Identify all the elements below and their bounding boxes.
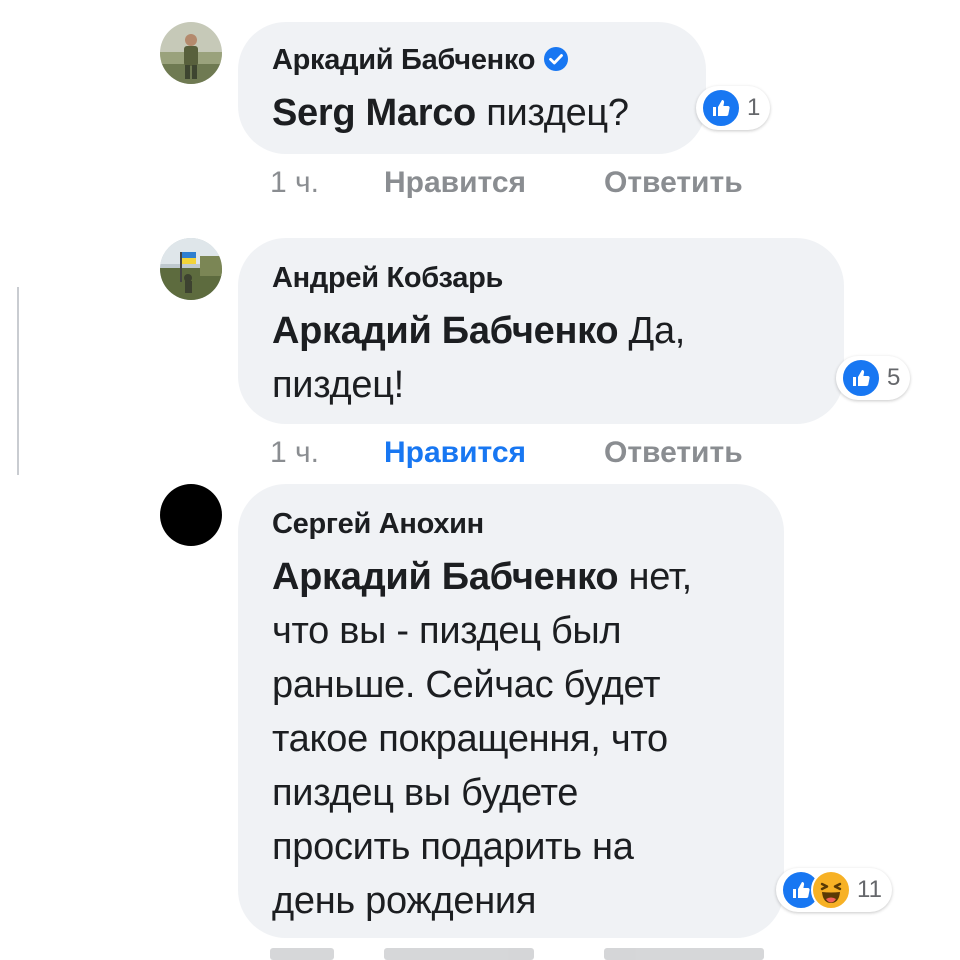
verified-badge-icon	[544, 47, 569, 71]
reply-button[interactable]: Ответить	[604, 166, 743, 200]
reply-button[interactable]: Ответить	[604, 436, 743, 470]
comment-timestamp[interactable]: 1 ч.	[270, 166, 319, 199]
comment-text-line: такое покращення, что	[272, 718, 668, 760]
mention-link[interactable]: Аркадий Бабченко	[272, 556, 619, 598]
reaction-summary[interactable]: 1	[696, 86, 771, 130]
comment-text-line: нет,	[628, 556, 693, 598]
comment-text-line: просить подарить на	[272, 826, 634, 868]
comment-text-line: пиздец?	[486, 92, 629, 134]
reaction-count: 1	[747, 94, 761, 121]
haha-icon	[811, 870, 851, 910]
comment-text: Аркадий Бабченко нет,	[272, 556, 692, 599]
comment-text-line: что вы - пиздец был	[272, 610, 622, 652]
comment-author-name[interactable]: Андрей Кобзарь	[272, 262, 503, 295]
soldier-photo-avatar	[160, 22, 222, 84]
comment-timestamp[interactable]: 1 ч.	[270, 436, 319, 469]
comment-text-line: пиздец!	[272, 364, 404, 406]
mention-link[interactable]: Serg Marco	[272, 92, 476, 134]
comment-author-name[interactable]: Аркадий Бабченко	[272, 44, 535, 76]
next-comment-meta-partial	[270, 948, 770, 960]
reaction-count: 5	[887, 364, 901, 391]
comment-meta: 1 ч. Нравится Ответить	[270, 436, 743, 470]
comment-bubble[interactable]: Аркадий Бабченко Serg Marco пиздец?	[238, 22, 706, 154]
black-circle-avatar[interactable]	[160, 484, 222, 546]
flag-photo-avatar	[160, 238, 222, 300]
avatar[interactable]	[160, 22, 222, 84]
comment-author-name[interactable]: Сергей Анохин	[272, 508, 484, 541]
comment-text: Аркадий Бабченко Да,	[272, 310, 685, 353]
comment-text-line: день рождения	[272, 880, 537, 922]
comment-author[interactable]: Аркадий Бабченко	[272, 44, 569, 77]
comment-bubble[interactable]: Андрей Кобзарь Аркадий Бабченко Да, пизд…	[238, 238, 844, 424]
like-icon	[701, 88, 741, 128]
comment-text: Serg Marco пиздец?	[272, 92, 629, 135]
like-button[interactable]: Нравится	[384, 436, 526, 470]
like-button[interactable]: Нравится	[384, 166, 526, 200]
reaction-count: 11	[857, 876, 882, 903]
reaction-summary[interactable]: 11	[776, 868, 892, 912]
comment-meta: 1 ч. Нравится Ответить	[270, 166, 743, 200]
comment-text-line: раньше. Сейчас будет	[272, 664, 661, 706]
mention-link[interactable]: Аркадий Бабченко	[272, 310, 619, 352]
thread-connector-line	[17, 287, 19, 475]
avatar[interactable]	[160, 238, 222, 300]
comments-thread: Аркадий Бабченко Serg Marco пиздец? 1 1 …	[0, 0, 960, 960]
like-icon	[841, 358, 881, 398]
comment-bubble[interactable]: Сергей Анохин Аркадий Бабченко нет, что …	[238, 484, 784, 938]
comment-text-line: Да,	[628, 310, 686, 352]
comment-text-line: пиздец вы будете	[272, 772, 579, 814]
reaction-summary[interactable]: 5	[836, 356, 911, 400]
